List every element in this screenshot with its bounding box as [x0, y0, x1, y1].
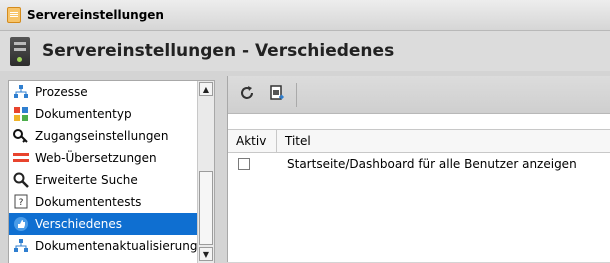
- sidebar-item-label: Prozesse: [35, 85, 88, 99]
- sidebar-item-label: Zugangseinstellungen: [35, 129, 169, 143]
- sidebar-item-dokumentenaktualisierungen[interactable]: Dokumentenaktualisierungen: [9, 235, 203, 257]
- window-title: Servereinstellungen: [27, 8, 164, 22]
- sidebar-item-dokumententyp[interactable]: Dokumententyp: [9, 103, 203, 125]
- toolbar-separator: [296, 82, 297, 107]
- page-title: Servereinstellungen - Verschiedenes: [42, 41, 395, 61]
- sidebar-item-dokumententests[interactable]: ? Dokumententests: [9, 191, 203, 213]
- export-button[interactable]: [266, 84, 288, 106]
- server-icon: [10, 36, 30, 66]
- aktiv-checkbox[interactable]: [238, 158, 250, 170]
- settings-content-panel: Aktiv Titel Startseite/Dashboard für all…: [227, 76, 610, 262]
- key-icon: [13, 128, 29, 144]
- export-icon: [268, 84, 286, 105]
- refresh-icon: [238, 84, 256, 105]
- sidebar-item-label: Dokumentenaktualisierungen: [35, 239, 203, 253]
- sidebar-item-web-uebersetzungen[interactable]: Web-Übersetzungen: [9, 147, 203, 169]
- sidebar-item-label: Verschiedenes: [35, 217, 123, 231]
- arrow-down-icon: ▼: [202, 249, 210, 259]
- scroll-down-button[interactable]: ▼: [199, 247, 213, 261]
- app-document-icon: [7, 7, 21, 23]
- magnifier-icon: [13, 172, 29, 188]
- thumbs-up-icon: [13, 216, 29, 232]
- workflow-icon: [13, 238, 29, 254]
- page-header: Servereinstellungen - Verschiedenes: [0, 31, 610, 71]
- column-header-aktiv[interactable]: Aktiv: [228, 130, 277, 152]
- table-row[interactable]: Startseite/Dashboard für alle Benutzer a…: [228, 153, 610, 175]
- sidebar-item-label: Erweiterte Suche: [35, 173, 138, 187]
- sidebar-scrollbar[interactable]: ▲ ▼: [197, 81, 214, 263]
- toolbar: [228, 76, 610, 114]
- sidebar-item-label: Dokumententests: [35, 195, 142, 209]
- sidebar-item-verschiedenes[interactable]: Verschiedenes: [9, 213, 203, 235]
- scrollbar-thumb[interactable]: [199, 171, 213, 245]
- scroll-up-button[interactable]: ▲: [199, 82, 213, 96]
- aktiv-cell: [228, 158, 277, 170]
- workflow-icon: [13, 84, 29, 100]
- column-header-titel[interactable]: Titel: [277, 134, 311, 148]
- arrow-up-icon: ▲: [202, 84, 210, 94]
- sidebar-item-prozesse[interactable]: Prozesse: [9, 81, 203, 103]
- window-titlebar: Servereinstellungen: [0, 0, 610, 31]
- sidebar-item-label: Dokumententyp: [35, 107, 132, 121]
- svg-text:?: ?: [19, 198, 24, 208]
- titel-cell: Startseite/Dashboard für alle Benutzer a…: [287, 157, 577, 171]
- settings-table: Aktiv Titel Startseite/Dashboard für all…: [228, 129, 610, 175]
- sidebar-item-erweiterte-suche[interactable]: Erweiterte Suche: [9, 169, 203, 191]
- settings-navigation-list: Prozesse Dokumententyp Zugangseinstellun…: [8, 80, 215, 263]
- sidebar-item-zugangseinstellungen[interactable]: Zugangseinstellungen: [9, 125, 203, 147]
- sidebar-item-label: Web-Übersetzungen: [35, 151, 157, 165]
- flag-icon: [13, 150, 29, 166]
- refresh-button[interactable]: [236, 84, 258, 106]
- question-icon: ?: [13, 194, 29, 210]
- table-header: Aktiv Titel: [228, 129, 610, 153]
- blocks-icon: [13, 106, 29, 122]
